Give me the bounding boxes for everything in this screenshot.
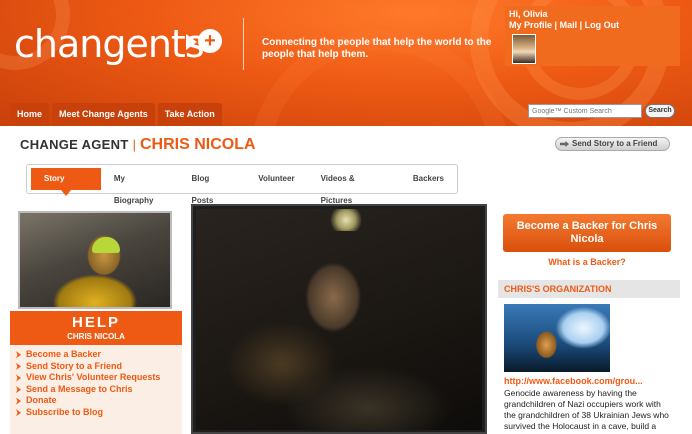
help-link-volunteer-requests[interactable]: View Chris' Volunteer Requests (16, 372, 176, 384)
become-backer-button[interactable]: Become a Backer for Chris Nicola (503, 214, 671, 252)
headlamp-glow (326, 209, 366, 231)
arrow-right-icon (560, 141, 569, 147)
header-divider (243, 18, 244, 70)
help-list: Become a Backer Send Story to a Friend V… (10, 345, 182, 434)
title-separator: | (132, 137, 136, 152)
help-link-label: Donate (26, 395, 57, 406)
chevron-right-icon (16, 362, 21, 370)
chevron-right-icon (16, 351, 21, 359)
tab-backers[interactable]: Backers (400, 168, 457, 190)
mail-link[interactable]: Mail (560, 20, 578, 30)
site-tagline: Connecting the people that help the worl… (262, 37, 492, 60)
tab-my-biography[interactable]: My Biography (101, 168, 179, 205)
site-header: changents + Connecting the people that h… (0, 0, 692, 126)
help-link-donate[interactable]: Donate (16, 395, 176, 407)
my-profile-link[interactable]: My Profile (509, 20, 552, 30)
nav-tab-home[interactable]: Home (10, 103, 50, 126)
help-link-label: Subscribe to Blog (26, 406, 104, 417)
organization-link[interactable]: http://www.facebook.com/grou... (504, 376, 643, 386)
agent-prefix: CHANGE AGENT (20, 137, 129, 152)
user-greeting: Hi, Olivia (509, 9, 548, 19)
story-subnav: Story Home My Biography Blog Posts Volun… (26, 164, 458, 205)
what-is-backer-link[interactable]: What is a Backer? (503, 257, 671, 267)
organization-photo[interactable] (504, 304, 610, 372)
help-header: HELP CHRIS NICOLA (10, 311, 182, 345)
help-link-label: Become a Backer (26, 349, 102, 359)
profile-photo (18, 211, 172, 309)
help-title: HELP (71, 314, 120, 331)
site-logo[interactable]: changents (14, 22, 205, 66)
main-nav: Home Meet Change Agents Take Action (10, 103, 222, 126)
link-separator: | (579, 20, 583, 30)
help-link-send-story[interactable]: Send Story to a Friend (16, 361, 176, 373)
nav-tab-take-action[interactable]: Take Action (157, 103, 222, 126)
user-box: Hi, Olivia My Profile | Mail | Log Out (505, 6, 680, 66)
nav-tab-meet-change-agents[interactable]: Meet Change Agents (52, 103, 155, 126)
help-box: HELP CHRIS NICOLA Become a Backer Send S… (10, 311, 182, 434)
send-story-button[interactable]: Send Story to a Friend (555, 137, 670, 151)
help-link-subscribe-blog[interactable]: Subscribe to Blog (16, 407, 176, 419)
logo-plus-icon: + (198, 29, 222, 53)
send-story-label: Send Story to a Friend (572, 139, 658, 148)
helmet-shape (92, 237, 120, 253)
tab-volunteer[interactable]: Volunteer (245, 168, 307, 190)
chevron-right-icon (16, 386, 21, 394)
user-links: My Profile | Mail | Log Out (509, 20, 619, 30)
avatar[interactable] (512, 34, 536, 64)
tab-blog-posts[interactable]: Blog Posts (178, 168, 245, 205)
help-link-become-backer[interactable]: Become a Backer (16, 349, 176, 361)
chevron-right-icon (16, 397, 21, 405)
tab-story-home[interactable]: Story Home (31, 168, 101, 205)
organization-heading: CHRIS'S ORGANIZATION (498, 280, 680, 298)
help-subtitle: CHRIS NICOLA (67, 332, 125, 341)
chevron-right-icon (16, 374, 21, 382)
help-link-label: View Chris' Volunteer Requests (26, 372, 161, 383)
help-link-label: Send a Message to Chris (26, 383, 133, 394)
log-out-link[interactable]: Log Out (585, 20, 620, 30)
logo-arrow-icon (186, 34, 197, 50)
tab-videos-pictures[interactable]: Videos & Pictures (308, 168, 400, 205)
story-video-player[interactable] (191, 204, 487, 434)
main-content: CHANGE AGENT | CHRIS NICOLA Send Story to … (10, 126, 682, 434)
help-link-label: Send Story to a Friend (26, 360, 123, 371)
agent-name: CHRIS NICOLA (139, 136, 256, 153)
page-title: CHANGE AGENT | CHRIS NICOLA (20, 136, 256, 154)
search-input[interactable] (528, 104, 642, 118)
organization-description: Genocide awareness by having the grandch… (504, 388, 669, 434)
video-frame (196, 209, 482, 430)
link-separator: | (554, 20, 558, 30)
chevron-right-icon (16, 409, 21, 417)
search-button[interactable]: Search (645, 104, 675, 118)
help-link-send-message[interactable]: Send a Message to Chris (16, 384, 176, 396)
